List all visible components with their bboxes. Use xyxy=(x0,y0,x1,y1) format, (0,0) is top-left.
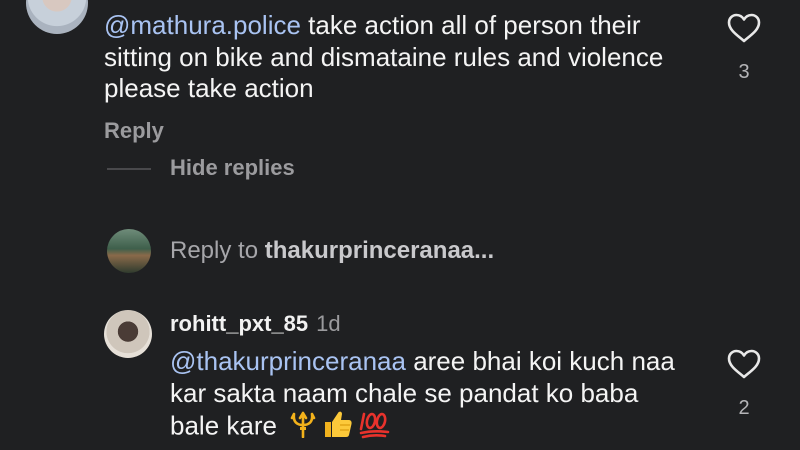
hundred-points-icon xyxy=(358,409,390,447)
reply-body: @thakurprinceranaa aree bhai koi kuch na… xyxy=(170,346,690,447)
like-count: 3 xyxy=(738,61,750,83)
heart-icon[interactable] xyxy=(727,349,761,379)
reply-input[interactable]: Reply to thakurprinceranaa... xyxy=(170,237,494,265)
thumbs-up-icon xyxy=(322,409,354,447)
like-button[interactable]: 3 xyxy=(724,13,764,84)
reply-input-username: thakurprinceranaa... xyxy=(264,237,495,264)
hide-replies-button[interactable]: Hide replies xyxy=(170,155,295,181)
mention-link[interactable]: @mathura.police xyxy=(104,10,301,40)
reply-mention-link[interactable]: @thakurprinceranaa xyxy=(170,346,406,376)
reply-timestamp: 1d xyxy=(316,311,341,336)
reply-username[interactable]: rohitt_pxt_85 xyxy=(170,311,308,336)
comment-body: @mathura.police take action all of perso… xyxy=(104,10,704,105)
commenter-avatar[interactable] xyxy=(26,0,88,34)
reply-header: rohitt_pxt_85 1d xyxy=(170,311,341,337)
reply-commenter-avatar[interactable] xyxy=(104,310,152,358)
thread-divider xyxy=(107,168,151,170)
heart-icon[interactable] xyxy=(727,13,761,43)
reply-like-button[interactable]: 2 xyxy=(724,349,764,420)
trident-icon xyxy=(288,410,318,446)
reply-input-prefix: Reply to xyxy=(170,237,265,264)
current-user-avatar xyxy=(107,229,151,273)
reply-button[interactable]: Reply xyxy=(104,118,164,144)
reply-like-count: 2 xyxy=(738,397,750,419)
